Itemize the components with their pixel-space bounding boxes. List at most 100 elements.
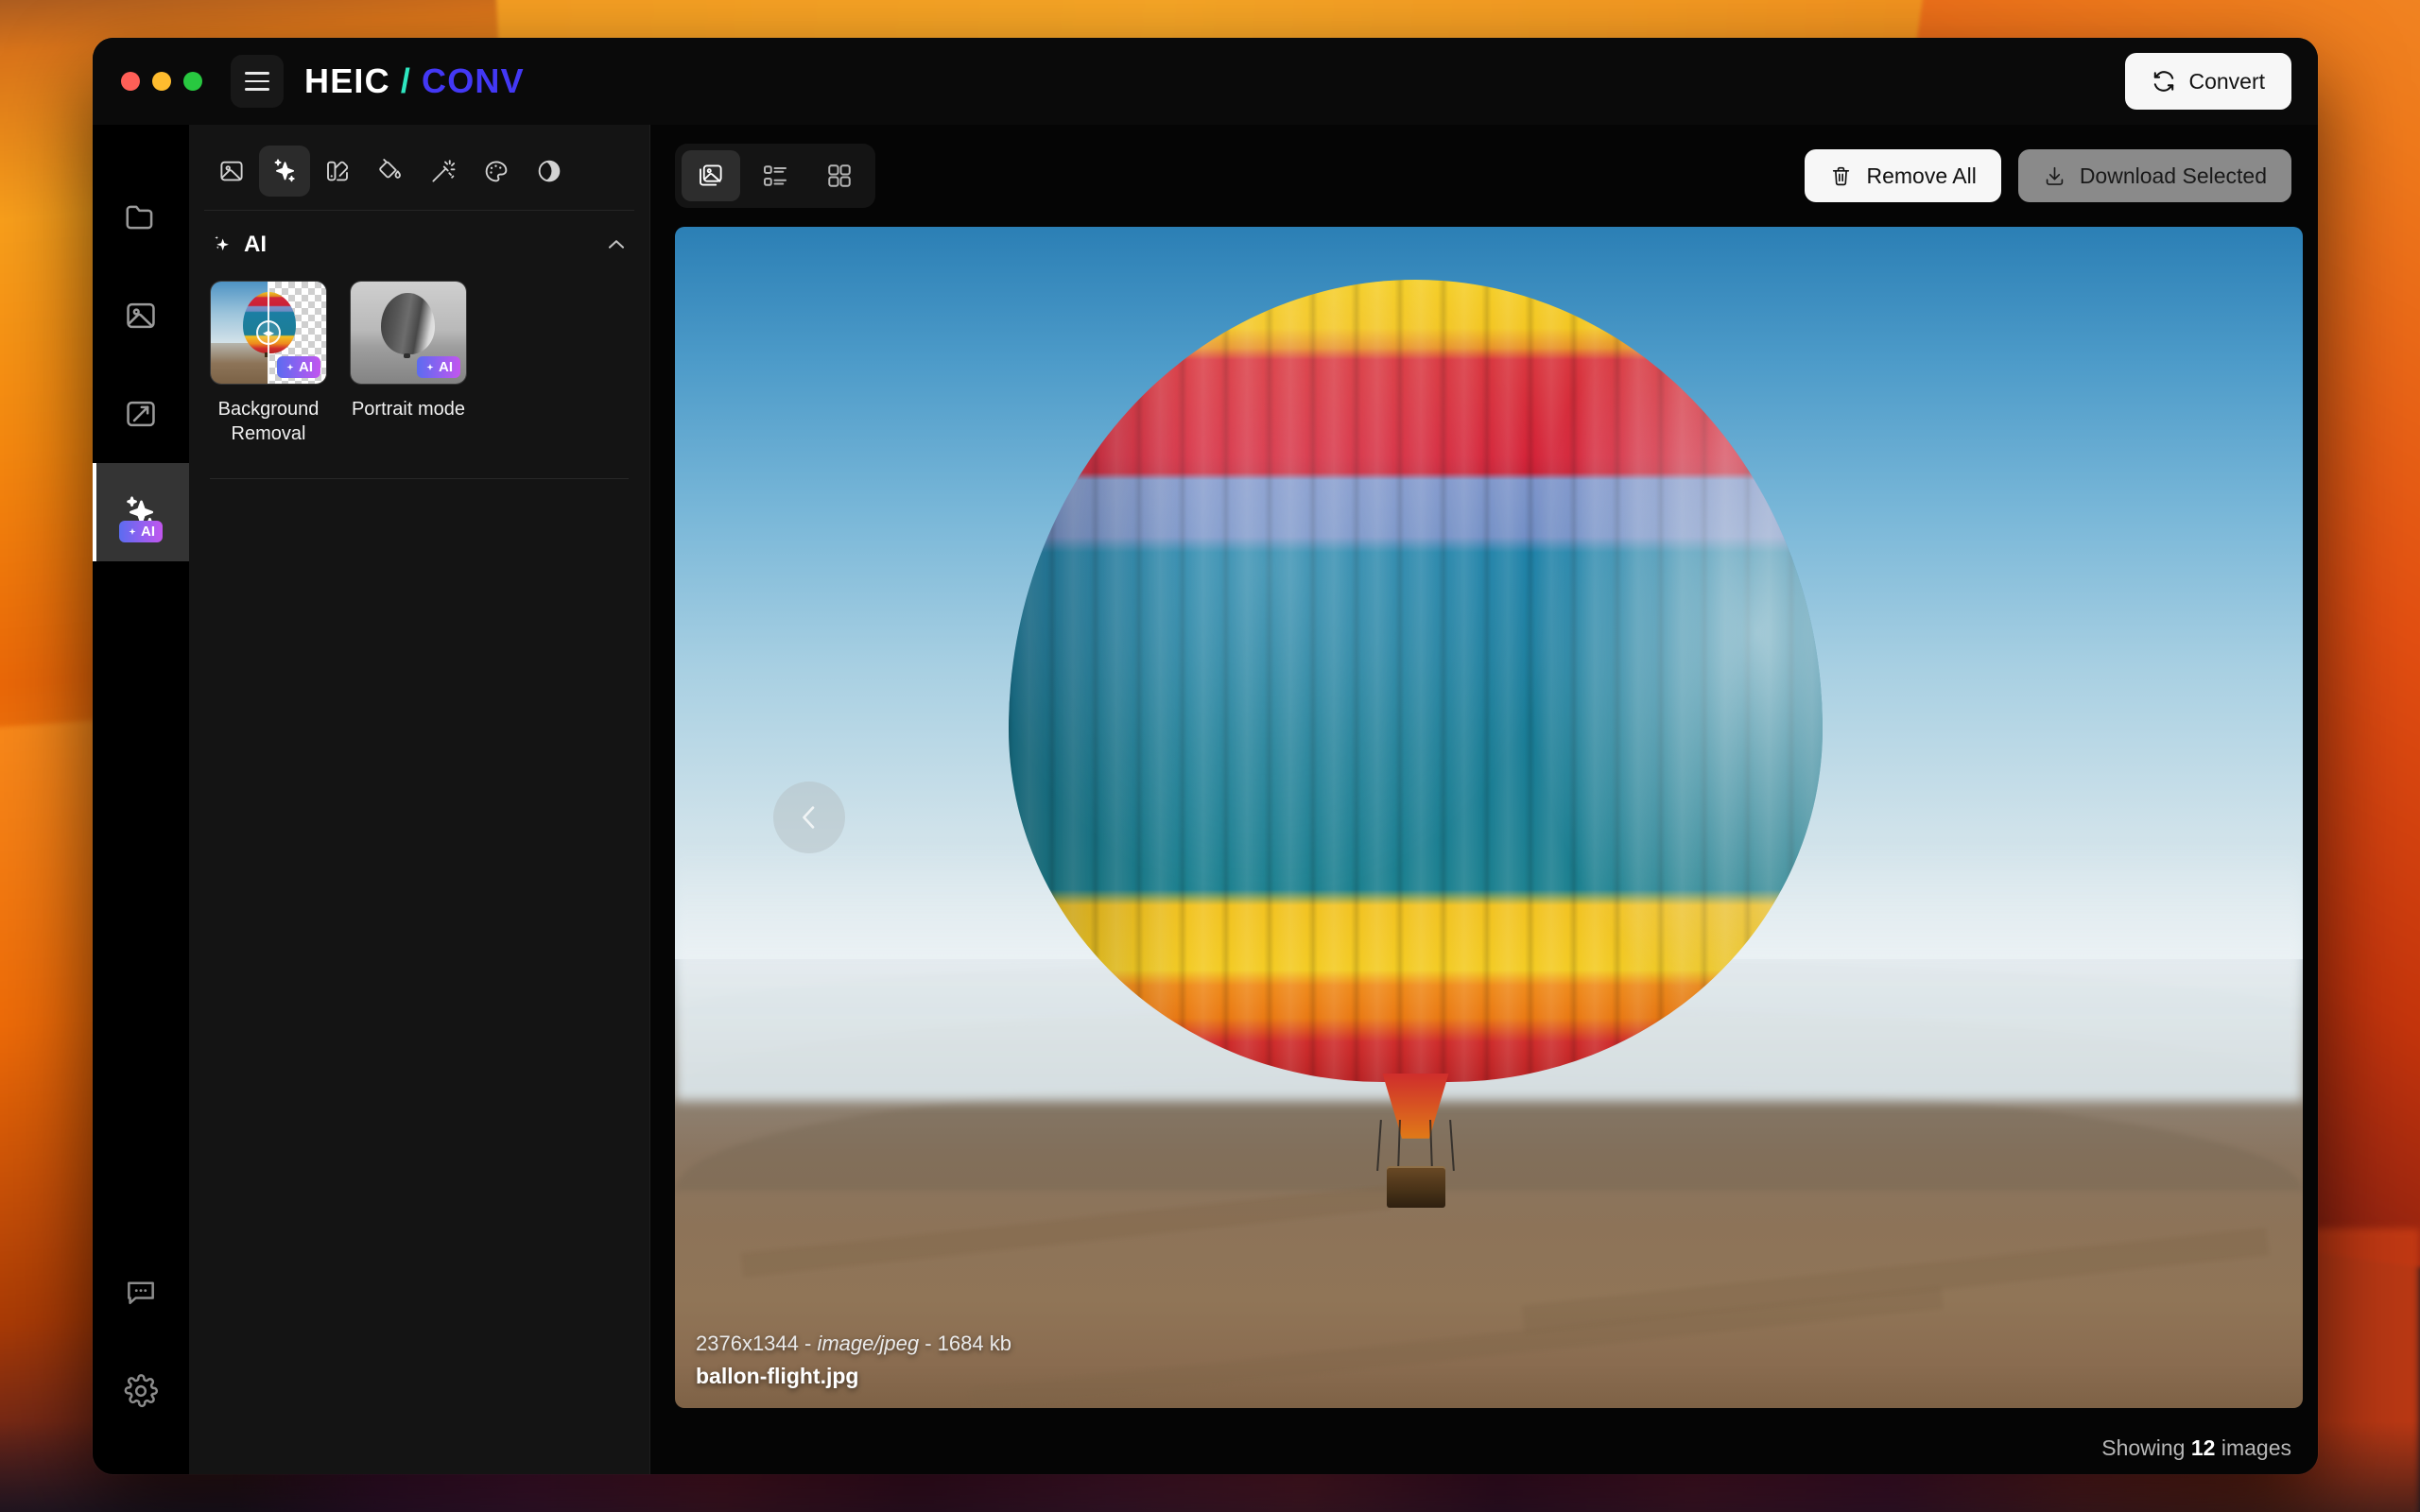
rail-item-ai[interactable]: AI [93,463,189,561]
grid-view-icon [825,162,854,190]
photo-balloon-main [1009,280,1823,1213]
photo-ballon-flight [675,227,2303,1408]
footer-suffix: images [2215,1435,2291,1460]
ai-card-label: Portrait mode [351,399,466,420]
image-icon [123,298,159,334]
sparkles-icon [269,156,300,186]
download-selected-label: Download Selected [2079,163,2267,188]
image-carousel: 2376x1344 - image/jpeg - 1684 kb ballon-… [675,227,2318,1408]
view-mode-list[interactable] [746,150,804,201]
panel-tool-enhance[interactable] [418,146,469,197]
chat-bubble-icon [123,1275,159,1311]
expand-arrow-icon [123,396,159,432]
left-rail: AI [93,125,189,1474]
minimize-button[interactable] [152,72,171,91]
image-meta: 2376x1344 - image/jpeg - 1684 kb [696,1332,1011,1356]
image-count-footer: Showing 12 images [2101,1435,2291,1461]
ai-section-header: AI [189,211,649,258]
refresh-icon [2152,69,2176,94]
ai-thumb-portrait-mode: AI [350,281,467,385]
ai-card-portrait-mode[interactable]: AI Portrait mode [350,281,467,446]
ai-card-label: Background Removal [217,399,320,444]
close-button[interactable] [121,72,140,91]
ai-card-background-removal[interactable]: ◂▸ AI Background Removal [210,281,327,446]
ai-badge: AI [119,521,163,542]
download-icon [2043,164,2066,188]
image-icon [217,157,246,185]
list-view-icon [761,162,789,190]
footer-prefix: Showing [2101,1435,2191,1460]
magic-wand-icon [429,157,458,185]
split-drag-knob[interactable]: ◂▸ [256,320,281,345]
balloon-shading [1009,280,1823,1083]
view-mode-grid[interactable] [810,150,869,201]
panel-tool-swatches[interactable] [312,146,363,197]
brand-slash: / [400,61,412,100]
app-title: HEIC / CONV [304,61,525,101]
trash-icon [1829,164,1853,188]
panel-toolbar [189,125,649,210]
rail-item-files[interactable] [93,168,189,266]
viewer-wrap: 2376x1344 - image/jpeg - 1684 kb ballon-… [650,227,2318,1474]
stacked-images-icon [697,162,725,190]
remove-all-button[interactable]: Remove All [1805,149,2001,202]
rail-item-settings[interactable] [93,1342,189,1440]
ai-badge: AI [417,356,460,378]
rail-item-feedback[interactable] [93,1244,189,1342]
ai-badge-label: AI [141,524,155,540]
download-selected-button[interactable]: Download Selected [2017,149,2291,202]
ai-badge-label: AI [439,359,453,375]
balloon-cables [1371,1119,1461,1172]
app-body: AI AI ◂▸ AI Background Removal AI Portra… [93,125,2318,1474]
maximize-button[interactable] [183,72,202,91]
panel-section-divider [210,478,629,479]
title-bar: HEIC / CONV Convert [93,38,2318,125]
window-controls [121,72,202,91]
meta-sep-2: - [919,1332,938,1355]
ai-thumb-background-removal: ◂▸ AI [210,281,327,385]
panel-tool-ai[interactable] [259,146,310,197]
image-mime: image/jpeg [817,1332,920,1355]
ai-badge: AI [277,356,320,378]
brand-conv: CONV [422,61,525,100]
sparkles-icon [210,232,234,257]
gear-icon [122,1372,160,1410]
image-caption: 2376x1344 - image/jpeg - 1684 kb ballon-… [696,1332,1011,1389]
palette-icon [482,157,510,185]
brand-heic: HEIC [304,61,390,100]
app-window: HEIC / CONV Convert AI AI ◂▸ AI Backgrou… [93,38,2318,1474]
main-toolbar-actions: Remove All Download Selected [1805,149,2291,202]
panel-tool-fill[interactable] [365,146,416,197]
footer-count: 12 [2190,1435,2216,1460]
panel-tool-palette[interactable] [471,146,522,197]
panel-tool-image[interactable] [206,146,257,197]
hamburger-icon[interactable] [231,55,284,108]
view-mode-group [675,144,875,208]
view-mode-carousel[interactable] [682,150,740,201]
rail-item-resize[interactable] [93,365,189,463]
main-toolbar: Remove All Download Selected [650,125,2318,227]
image-dimensions: 2376x1344 [696,1332,799,1355]
main-content: Remove All Download Selected 2376x1344 -… [650,125,2318,1474]
ai-badge-label: AI [299,359,313,375]
balloon-envelope [1009,280,1823,1083]
ai-tool-grid: ◂▸ AI Background Removal AI Portrait mod… [189,258,649,446]
color-swatch-icon [323,157,352,185]
convert-label: Convert [2188,68,2265,94]
panel-tool-contrast[interactable] [524,146,575,197]
balloon-gores [1009,280,1823,1083]
chevron-up-icon[interactable] [604,232,629,257]
prev-image-button[interactable] [773,782,845,853]
folder-icon [123,199,159,235]
ai-section-title: AI [244,232,267,257]
image-filename: ballon-flight.jpg [696,1364,859,1388]
tool-panel: AI ◂▸ AI Background Removal AI Portrait … [189,125,650,1474]
meta-sep-1: - [798,1332,818,1355]
carousel-slide-current[interactable]: 2376x1344 - image/jpeg - 1684 kb ballon-… [675,227,2303,1408]
image-filesize: 1684 kb [937,1332,1011,1355]
paint-bucket-icon [376,157,405,185]
convert-button[interactable]: Convert [2125,53,2291,110]
balloon-basket [1386,1166,1446,1208]
contrast-icon [535,157,563,185]
rail-item-images[interactable] [93,266,189,365]
